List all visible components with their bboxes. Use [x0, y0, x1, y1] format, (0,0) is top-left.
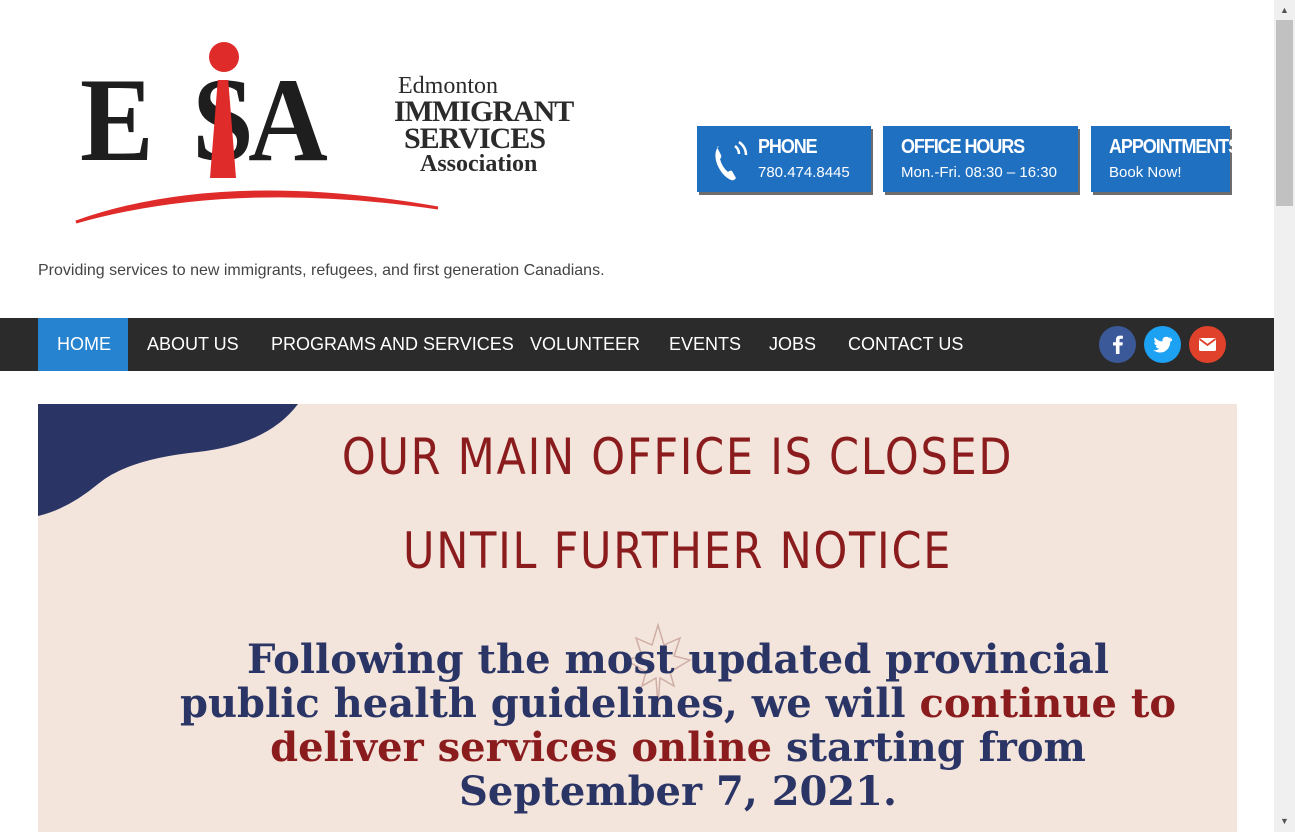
nav-volunteer[interactable]: VOLUNTEER [511, 318, 659, 371]
page: E SA Edmonton IMMIGRANT SERVICES Associa… [0, 0, 1274, 832]
phone-box[interactable]: PHONE 780.474.8445 [697, 126, 871, 192]
logo-sub-services: SERVICES [404, 122, 546, 155]
logo-swoosh [75, 190, 439, 224]
logo-sub-association: Association [420, 151, 538, 177]
scroll-up-arrow-icon[interactable]: ▲ [1274, 2, 1295, 19]
office-hours-title: OFFICE HOURS [901, 136, 1025, 158]
notice-headline-line2: UNTIL FURTHER NOTICE [403, 522, 953, 580]
vertical-scrollbar[interactable]: ▲ ▼ [1274, 0, 1295, 832]
phone-icon [715, 140, 748, 181]
scrollbar-thumb[interactable] [1276, 20, 1293, 206]
main-nav: HOME ABOUT US PROGRAMS AND SERVICES VOLU… [0, 318, 1274, 371]
twitter-link[interactable] [1144, 326, 1181, 363]
logo-mark: E SA [80, 53, 328, 186]
nav-about-us[interactable]: ABOUT US [128, 318, 258, 371]
nav-jobs[interactable]: JOBS [750, 318, 835, 371]
book-now-link[interactable]: Book Now! [1109, 164, 1182, 181]
email-icon [1198, 338, 1217, 351]
notice-body: Following the most updated provincial pu… [178, 638, 1178, 814]
twitter-icon [1153, 336, 1172, 353]
site-tagline: Providing services to new immigrants, re… [38, 262, 605, 279]
email-link[interactable] [1189, 326, 1226, 363]
appointments-title: APPOINTMENTS [1109, 136, 1240, 158]
facebook-link[interactable] [1099, 326, 1136, 363]
scroll-down-arrow-icon[interactable]: ▼ [1274, 813, 1295, 830]
nav-contact-us[interactable]: CONTACT US [829, 318, 982, 371]
office-hours-value: Mon.-Fri. 08:30 – 16:30 [901, 164, 1057, 181]
appointments-box[interactable]: APPOINTMENTS Book Now! [1091, 126, 1240, 192]
closure-notice-banner[interactable]: OUR MAIN OFFICE IS CLOSED UNTIL FURTHER … [38, 404, 1237, 832]
office-hours-box[interactable]: OFFICE HOURS Mon.-Fri. 08:30 – 16:30 [883, 126, 1078, 192]
nav-home[interactable]: HOME [38, 318, 128, 371]
nav-programs-and-services[interactable]: PROGRAMS AND SERVICES [252, 318, 533, 371]
phone-number: 780.474.8445 [758, 164, 850, 181]
logo-wordmark: Edmonton IMMIGRANT SERVICES Association [394, 74, 574, 177]
facebook-icon [1113, 335, 1123, 354]
notice-headline-line1: OUR MAIN OFFICE IS CLOSED [341, 428, 1014, 486]
phone-title: PHONE [758, 136, 818, 158]
logo-dot [209, 42, 239, 72]
site-logo[interactable]: E SA Edmonton IMMIGRANT SERVICES Associa… [72, 38, 602, 228]
nav-events[interactable]: EVENTS [650, 318, 760, 371]
